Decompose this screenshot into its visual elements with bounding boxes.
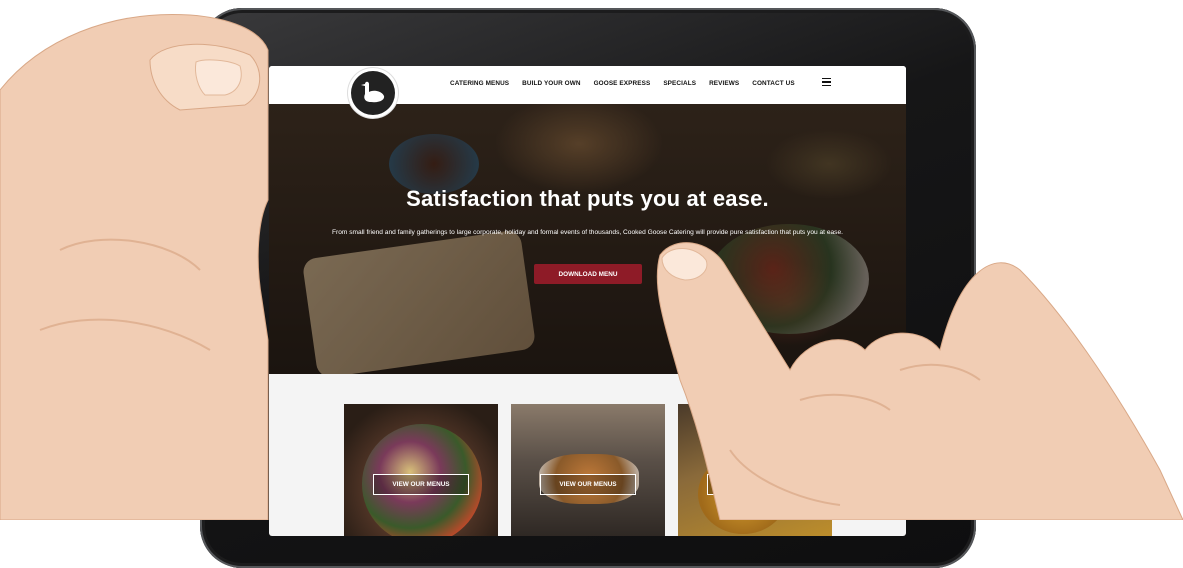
logo-badge — [351, 71, 395, 115]
nav-contact-us[interactable]: CONTACT US — [752, 80, 794, 87]
site-header: CATERING MENUS BUILD YOUR OWN GOOSE EXPR… — [269, 66, 906, 118]
menu-card-2[interactable]: VIEW OUR MENUS — [511, 404, 665, 536]
nav-specials[interactable]: SPECIALS — [663, 80, 696, 87]
hero-section: Satisfaction that puts you at ease. From… — [269, 104, 906, 374]
hero-title: Satisfaction that puts you at ease. — [406, 186, 769, 211]
nav-build-your-own[interactable]: BUILD YOUR OWN — [522, 80, 580, 87]
order-button-3[interactable]: OR — [707, 474, 803, 495]
hamburger-menu-icon[interactable] — [822, 78, 831, 86]
goose-silhouette — [361, 81, 385, 103]
hero-description: From small friend and family gatherings … — [332, 229, 843, 236]
view-our-menus-button-1[interactable]: VIEW OUR MENUS — [373, 474, 469, 495]
nav-catering-menus[interactable]: CATERING MENUS — [450, 80, 509, 87]
hero-overlay — [269, 104, 906, 374]
download-menu-button[interactable]: DOWNLOAD MENU — [534, 264, 642, 284]
main-nav: CATERING MENUS BUILD YOUR OWN GOOSE EXPR… — [450, 80, 808, 87]
website-screen: CATERING MENUS BUILD YOUR OWN GOOSE EXPR… — [269, 66, 906, 536]
menu-card-1[interactable]: VIEW OUR MENUS — [344, 404, 498, 536]
view-our-menus-button-2[interactable]: VIEW OUR MENUS — [540, 474, 636, 495]
menu-card-3[interactable]: OR — [678, 404, 832, 536]
nav-reviews[interactable]: REVIEWS — [709, 80, 739, 87]
goose-logo-icon[interactable] — [348, 68, 398, 118]
nav-goose-express[interactable]: GOOSE EXPRESS — [594, 80, 651, 87]
